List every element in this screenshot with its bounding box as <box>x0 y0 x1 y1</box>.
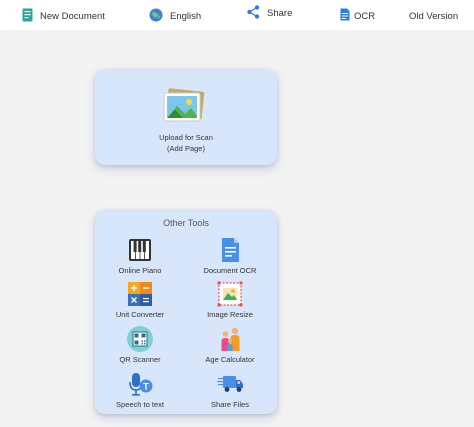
age-calculator-label: Age Calculator <box>205 355 255 364</box>
document-icon <box>22 8 33 25</box>
other-tools-card: Other Tools Online Piano Document OCR Un… <box>95 210 277 414</box>
old-version-label: Old Version <box>409 10 459 22</box>
family-icon <box>216 325 244 353</box>
ocr-label: OCR <box>354 10 376 22</box>
delivery-truck-icon <box>216 370 244 398</box>
document-ocr-icon <box>216 236 244 264</box>
ocr-button[interactable]: OCR <box>340 6 375 26</box>
calculator-icon <box>126 280 154 308</box>
qr-code-icon <box>126 325 154 353</box>
ocr-document-icon <box>340 8 350 24</box>
language-selector[interactable]: English <box>149 6 201 26</box>
old-version-link[interactable]: Old Version <box>409 6 458 26</box>
qr-scanner-label: QR Scanner <box>119 355 161 364</box>
speech-to-text-tool[interactable]: T Speech to text <box>98 370 182 409</box>
upload-for-scan-card[interactable]: Upload for Scan (Add Page) <box>95 69 277 165</box>
unit-converter-tool[interactable]: Unit Converter <box>98 280 182 319</box>
piano-icon <box>126 236 154 264</box>
share-button[interactable]: Share <box>247 3 292 23</box>
image-resize-label: Image Resize <box>207 310 253 319</box>
image-resize-icon <box>216 280 244 308</box>
online-piano-tool[interactable]: Online Piano <box>98 236 182 275</box>
share-files-label: Share Files <box>211 400 249 409</box>
document-ocr-label: Document OCR <box>203 266 257 275</box>
add-page-label: (Add Page) <box>167 144 205 153</box>
svg-text:T: T <box>143 382 149 392</box>
image-resize-tool[interactable]: Image Resize <box>188 280 272 319</box>
share-label: Share <box>267 7 293 19</box>
globe-icon <box>149 8 163 25</box>
share-icon <box>247 4 260 22</box>
qr-scanner-tool[interactable]: QR Scanner <box>98 325 182 364</box>
new-document-button[interactable]: New Document <box>22 6 105 26</box>
new-document-label: New Document <box>40 10 105 22</box>
online-piano-label: Online Piano <box>118 266 162 275</box>
other-tools-title: Other Tools <box>163 218 209 228</box>
microphone-icon: T <box>126 370 154 398</box>
age-calculator-tool[interactable]: Age Calculator <box>188 325 272 364</box>
share-files-tool[interactable]: Share Files <box>188 370 272 409</box>
top-navigation-bar: New Document English Share OCR Old Versi… <box>0 0 474 30</box>
upload-for-scan-label: Upload for Scan <box>159 133 213 142</box>
language-label: English <box>170 10 202 22</box>
speech-to-text-label: Speech to text <box>116 400 164 409</box>
unit-converter-label: Unit Converter <box>115 310 165 319</box>
image-upload-icon <box>161 88 205 124</box>
document-ocr-tool[interactable]: Document OCR <box>188 236 272 275</box>
